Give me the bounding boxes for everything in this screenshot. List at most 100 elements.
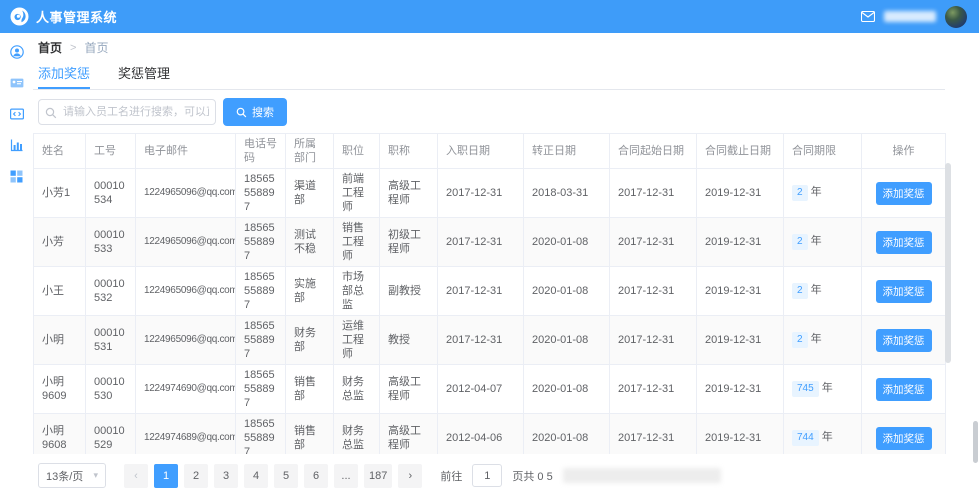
tab-manage-reward[interactable]: 奖惩管理 bbox=[118, 65, 170, 89]
col-duration: 合同期限 bbox=[783, 133, 862, 169]
cell-contract-end: 2019-12-31 bbox=[696, 315, 784, 365]
add-reward-button[interactable]: 添加奖惩 bbox=[875, 377, 932, 401]
window-scrollbar[interactable] bbox=[973, 421, 978, 463]
search-button-icon bbox=[236, 107, 247, 117]
add-reward-button[interactable]: 添加奖惩 bbox=[875, 279, 932, 303]
page-button-187[interactable]: 187 bbox=[364, 463, 393, 488]
code-icon[interactable] bbox=[9, 107, 24, 121]
bar-chart-icon[interactable] bbox=[10, 138, 24, 152]
duration-unit: 年 bbox=[821, 382, 833, 394]
app-title: 人事管理系统 bbox=[36, 10, 118, 25]
cell-actions: 添加奖惩 bbox=[861, 413, 946, 454]
cell-phone: 18565558897 bbox=[235, 364, 286, 414]
table-row: 小芳 00010533 1224965096@qq.com 1856555889… bbox=[33, 217, 946, 267]
cell-contract-end: 2019-12-31 bbox=[696, 168, 784, 218]
cell-actions: 添加奖惩 bbox=[861, 217, 946, 267]
cell-phone: 18565558897 bbox=[235, 315, 286, 365]
more-pages-button[interactable]: ... bbox=[334, 463, 358, 488]
search-icon bbox=[45, 106, 57, 124]
cell-hire-date: 2017-12-31 bbox=[437, 266, 524, 316]
next-page-button[interactable]: › bbox=[398, 463, 423, 488]
search-button[interactable]: 搜索 bbox=[223, 98, 287, 126]
page-size-value: 13条/页 bbox=[46, 470, 84, 483]
breadcrumb-home[interactable]: 首页 bbox=[38, 39, 62, 56]
duration-unit: 年 bbox=[810, 235, 822, 247]
prev-page-button[interactable]: ‹ bbox=[124, 463, 148, 488]
cell-dept: 销售部 bbox=[285, 364, 334, 414]
cell-email: 1224965096@qq.com bbox=[135, 266, 236, 316]
breadcrumb-separator: > bbox=[70, 41, 77, 54]
brand[interactable]: 人事管理系统 bbox=[10, 7, 117, 26]
cell-hire-date: 2012-04-06 bbox=[437, 413, 524, 454]
user-circle-icon[interactable] bbox=[9, 45, 24, 59]
cell-contract-end: 2019-12-31 bbox=[696, 413, 784, 454]
mail-icon[interactable] bbox=[861, 11, 875, 22]
cell-duration: 2 年 bbox=[783, 315, 862, 365]
cell-title: 高级工程师 bbox=[379, 364, 438, 414]
cell-regular-date: 2020-01-08 bbox=[523, 364, 610, 414]
cell-regular-date: 2020-01-08 bbox=[523, 266, 610, 316]
user-avatar[interactable] bbox=[945, 5, 967, 28]
cell-position: 前端工程师 bbox=[333, 168, 380, 218]
table-scrollbar[interactable] bbox=[945, 163, 951, 363]
cell-actions: 添加奖惩 bbox=[861, 168, 946, 218]
cell-phone: 18565558897 bbox=[235, 413, 286, 454]
breadcrumb-current: 首页 bbox=[84, 41, 109, 55]
id-card-icon[interactable] bbox=[10, 76, 24, 90]
page-button-2[interactable]: 2 bbox=[184, 463, 208, 488]
page-button-3[interactable]: 3 bbox=[214, 463, 238, 488]
col-email: 电子邮件 bbox=[135, 133, 236, 169]
page-button-6[interactable]: 6 bbox=[304, 463, 328, 488]
table-row: 小明9608 00010529 1224974689@qq.com 185655… bbox=[33, 413, 946, 454]
cell-duration: 2 年 bbox=[783, 217, 862, 267]
chevron-down-icon: ▾ bbox=[93, 470, 98, 480]
add-reward-button[interactable]: 添加奖惩 bbox=[875, 426, 932, 450]
breadcrumb: 首页 > 首页 bbox=[33, 37, 955, 65]
cell-position: 财务总监 bbox=[333, 413, 380, 454]
goto-page-input[interactable] bbox=[472, 464, 503, 487]
cell-phone: 18565558897 bbox=[235, 168, 286, 218]
grid-icon[interactable] bbox=[10, 169, 24, 183]
page-button-5[interactable]: 5 bbox=[274, 463, 298, 488]
cell-regular-date: 2018-03-31 bbox=[523, 168, 610, 218]
cell-contract-start: 2017-12-31 bbox=[609, 364, 697, 414]
pagination: 13条/页 ▾ ‹ 123456...187 › 前往 页共 0 5 bbox=[38, 463, 955, 488]
search-input-wrap bbox=[38, 99, 216, 125]
cell-title: 高级工程师 bbox=[379, 413, 438, 454]
cell-duration: 2 年 bbox=[783, 168, 862, 218]
duration-badge: 2 bbox=[792, 185, 808, 201]
cell-position: 运维工程师 bbox=[333, 315, 380, 365]
page-button-1[interactable]: 1 bbox=[154, 463, 178, 488]
add-reward-button[interactable]: 添加奖惩 bbox=[875, 181, 932, 205]
duration-unit: 年 bbox=[810, 186, 822, 198]
cell-regular-date: 2020-01-08 bbox=[523, 315, 610, 365]
page-button-4[interactable]: 4 bbox=[244, 463, 268, 488]
cell-position: 财务总监 bbox=[333, 364, 380, 414]
tab-bar: 添加奖惩 奖惩管理 bbox=[33, 65, 945, 90]
table-header: 姓名 工号 电子邮件 电话号码 所属部门 职位 职称 入职日期 转正日期 合同起… bbox=[33, 133, 946, 169]
duration-badge: 744 bbox=[792, 430, 819, 446]
cell-contract-start: 2017-12-31 bbox=[609, 168, 697, 218]
add-reward-button[interactable]: 添加奖惩 bbox=[875, 230, 932, 254]
cell-email: 1224974690@qq.com bbox=[135, 364, 236, 414]
cell-actions: 添加奖惩 bbox=[861, 266, 946, 316]
cell-title: 初级工程师 bbox=[379, 217, 438, 267]
search-button-label: 搜索 bbox=[252, 107, 274, 119]
search-input[interactable] bbox=[38, 99, 216, 125]
cell-contract-start: 2017-12-31 bbox=[609, 217, 697, 267]
cell-contract-end: 2019-12-31 bbox=[696, 217, 784, 267]
cell-hire-date: 2017-12-31 bbox=[437, 315, 524, 365]
cell-id: 00010529 bbox=[85, 413, 136, 454]
table-row: 小明 00010531 1224965096@qq.com 1856555889… bbox=[33, 315, 946, 365]
add-reward-button[interactable]: 添加奖惩 bbox=[875, 328, 932, 352]
table-body: 小芳1 00010534 1224965096@qq.com 185655588… bbox=[33, 168, 946, 454]
page-size-select[interactable]: 13条/页 ▾ bbox=[38, 463, 106, 488]
cell-name: 小王 bbox=[33, 266, 86, 316]
duration-unit: 年 bbox=[810, 333, 822, 345]
cell-title: 副教授 bbox=[379, 266, 438, 316]
cell-contract-end: 2019-12-31 bbox=[696, 364, 784, 414]
cell-id: 00010530 bbox=[85, 364, 136, 414]
goto-label: 前往 bbox=[440, 470, 463, 483]
col-contract-end: 合同截止日期 bbox=[696, 133, 784, 169]
tab-add-reward[interactable]: 添加奖惩 bbox=[38, 65, 91, 89]
